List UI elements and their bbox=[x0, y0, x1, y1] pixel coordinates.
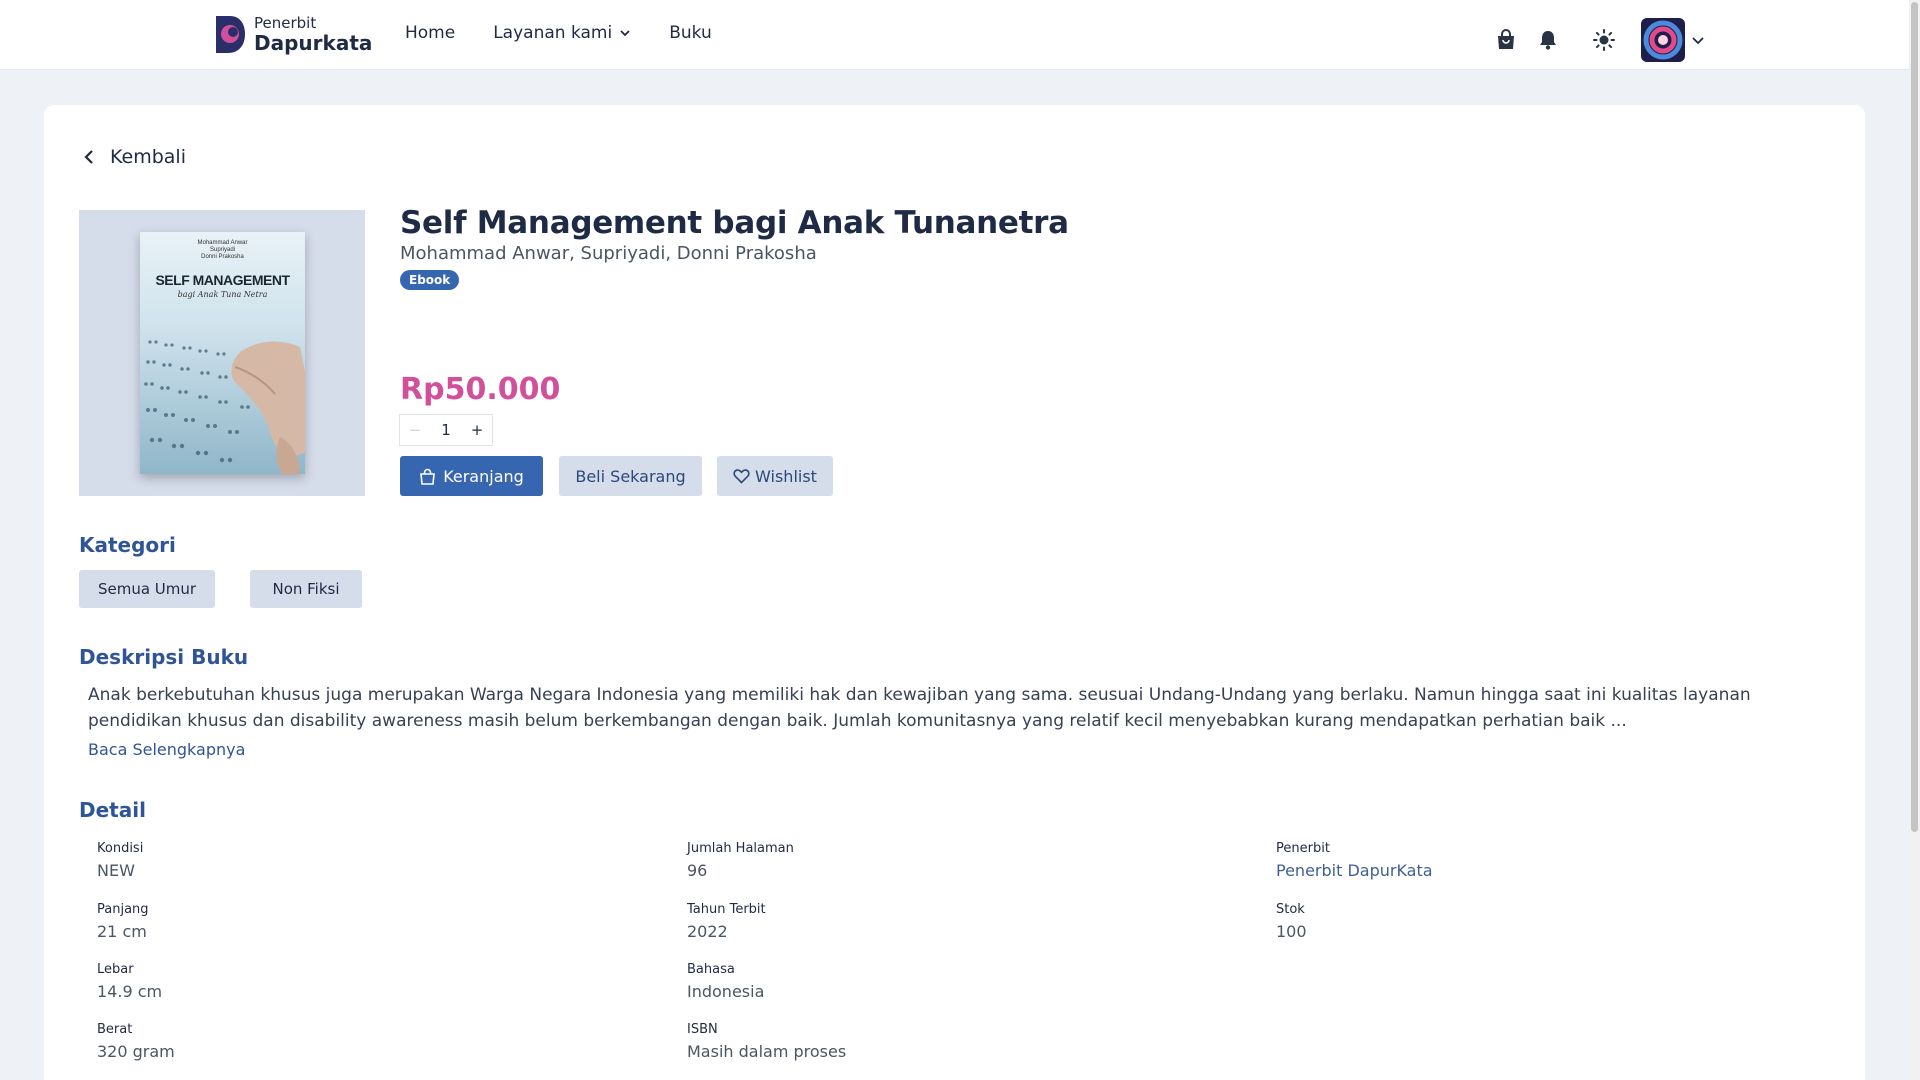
add-to-cart-label: Keranjang bbox=[443, 466, 524, 486]
field-value: 320 gram bbox=[97, 1042, 175, 1061]
back-link[interactable]: Kembali bbox=[82, 146, 186, 168]
description-heading: Deskripsi Buku bbox=[79, 645, 249, 669]
detail-field-stock: Stok 100 bbox=[1276, 902, 1307, 941]
field-value: 21 cm bbox=[97, 922, 147, 941]
field-label: Bahasa bbox=[687, 962, 735, 977]
cover-authors: Mohammad Anwar Supriyadi Donni Prakosha bbox=[140, 240, 305, 262]
shopping-bag-icon bbox=[420, 468, 436, 485]
brand-small: Penerbit bbox=[254, 14, 317, 32]
sun-icon[interactable] bbox=[1591, 27, 1617, 53]
wishlist-button[interactable]: Wishlist bbox=[717, 456, 833, 496]
field-value: 100 bbox=[1276, 922, 1307, 941]
heart-icon bbox=[733, 469, 750, 484]
chevron-left-icon bbox=[84, 150, 93, 164]
cover-author: Mohammad Anwar bbox=[197, 240, 248, 246]
field-value: 14.9 cm bbox=[97, 982, 163, 1001]
field-label: Stok bbox=[1276, 902, 1305, 917]
nav-books[interactable]: Buku bbox=[669, 23, 712, 43]
cover-author: Supriyadi bbox=[209, 247, 235, 254]
page-scrollbar[interactable] bbox=[1909, 0, 1920, 1080]
field-label: Kondisi bbox=[97, 841, 144, 856]
detail-field-publisher: Penerbit Penerbit DapurKata bbox=[1276, 841, 1433, 880]
detail-field-weight: Berat 320 gram bbox=[97, 1022, 175, 1061]
publisher-link[interactable]: Penerbit DapurKata bbox=[1276, 861, 1433, 880]
detail-field-year: Tahun Terbit 2022 bbox=[687, 902, 766, 941]
field-label: Panjang bbox=[97, 902, 149, 917]
field-value: Masih dalam proses bbox=[687, 1042, 847, 1061]
field-value: 2022 bbox=[687, 922, 728, 941]
format-badge: Ebook bbox=[400, 270, 460, 290]
detail-field-isbn: ISBN Masih dalam proses bbox=[687, 1022, 846, 1061]
detail-field-width: Lebar 14.9 cm bbox=[97, 962, 162, 1001]
bell-icon[interactable] bbox=[1535, 27, 1561, 53]
detail-field-condition: Kondisi NEW bbox=[97, 841, 143, 880]
buy-now-button[interactable]: Beli Sekarang bbox=[559, 456, 702, 496]
nav-actions bbox=[1493, 18, 1705, 62]
cover-title: SELF MANAGEMENT bbox=[155, 271, 290, 288]
detail-field-pages: Jumlah Halaman 96 bbox=[687, 841, 794, 880]
brand-name: Dapurkata bbox=[254, 31, 373, 55]
cover-subtitle: bagi Anak Tuna Netra bbox=[177, 289, 268, 299]
nav-services[interactable]: Layanan kami bbox=[493, 23, 631, 43]
braille-hand-illustration bbox=[144, 340, 305, 474]
quantity-increment-button[interactable]: + bbox=[462, 421, 492, 439]
cart-icon[interactable] bbox=[1493, 27, 1519, 53]
book-price: Rp50.000 bbox=[400, 372, 561, 407]
top-navbar: Penerbit Dapurkata Home Layanan kami Buk… bbox=[0, 0, 1909, 70]
chevron-down-icon bbox=[620, 30, 630, 37]
quantity-decrement-button[interactable]: − bbox=[400, 421, 430, 439]
field-value: 96 bbox=[687, 861, 708, 880]
field-label: Jumlah Halaman bbox=[687, 841, 794, 856]
chevron-down-icon[interactable] bbox=[1691, 33, 1705, 47]
field-value: NEW bbox=[97, 861, 135, 880]
add-to-cart-button[interactable]: Keranjang bbox=[400, 456, 543, 496]
cover-author: Donni Prakosha bbox=[201, 254, 244, 261]
back-label: Kembali bbox=[110, 146, 186, 168]
category-chip[interactable]: Non Fiksi bbox=[250, 570, 362, 608]
field-label: Penerbit bbox=[1276, 841, 1330, 856]
category-chip[interactable]: Semua Umur bbox=[79, 570, 215, 608]
book-authors: Mohammad Anwar, Supriyadi, Donni Prakosh… bbox=[400, 243, 817, 264]
detail-field-language: Bahasa Indonesia bbox=[687, 962, 764, 1001]
wishlist-label: Wishlist bbox=[755, 466, 817, 486]
field-label: ISBN bbox=[687, 1022, 718, 1037]
read-more-link[interactable]: Baca Selengkapnya bbox=[88, 740, 245, 759]
field-label: Lebar bbox=[97, 962, 134, 977]
main-nav: Home Layanan kami Buku bbox=[405, 23, 750, 43]
book-cover-image[interactable]: Mohammad Anwar Supriyadi Donni Prakosha … bbox=[140, 232, 305, 474]
book-title: Self Management bagi Anak Tunanetra bbox=[400, 205, 1069, 241]
quantity-value[interactable]: 1 bbox=[430, 421, 462, 439]
scroll-thumb[interactable] bbox=[1911, 2, 1918, 832]
quantity-stepper: − 1 + bbox=[399, 414, 493, 446]
field-label: Berat bbox=[97, 1022, 133, 1037]
category-heading: Kategori bbox=[79, 533, 176, 557]
field-value: Indonesia bbox=[687, 982, 765, 1001]
brand-logo[interactable]: Penerbit Dapurkata bbox=[214, 14, 372, 55]
detail-field-length: Panjang 21 cm bbox=[97, 902, 149, 941]
nav-services-label: Layanan kami bbox=[493, 23, 613, 43]
nav-home[interactable]: Home bbox=[405, 23, 455, 43]
detail-heading: Detail bbox=[79, 798, 146, 822]
description-text: Anak berkebutuhan khusus juga merupakan … bbox=[88, 685, 1751, 731]
logo-icon bbox=[216, 16, 245, 53]
field-label: Tahun Terbit bbox=[687, 902, 766, 917]
avatar[interactable] bbox=[1641, 18, 1685, 62]
